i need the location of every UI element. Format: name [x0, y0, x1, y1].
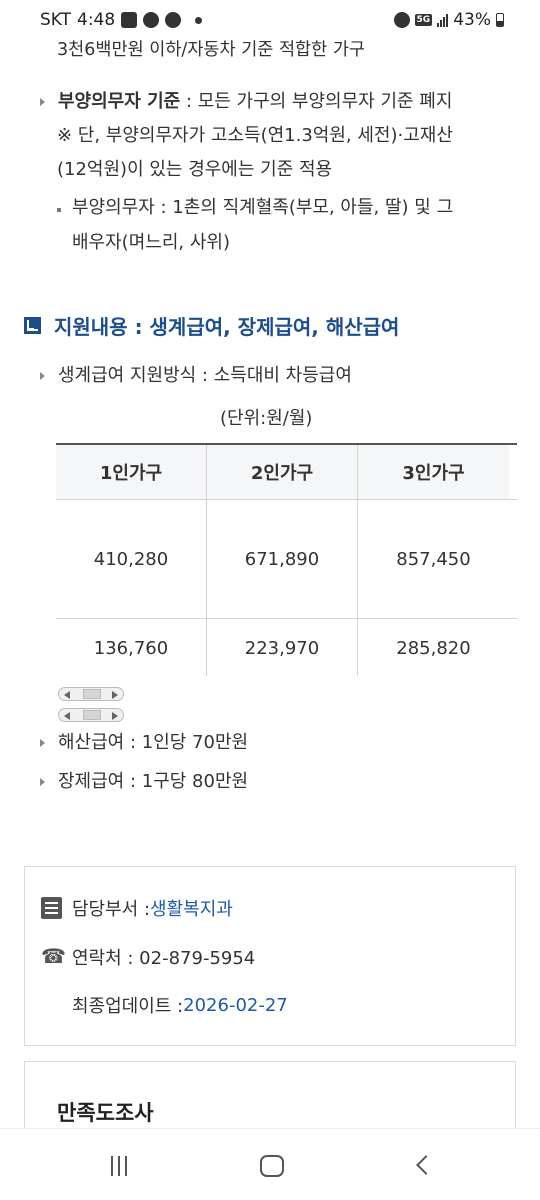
dependent-note-line2: (12억원)이 있는 경우에는 기준 적용: [57, 159, 333, 180]
dependent-criteria-text: : 모든 가구의 부양의무자 기준 폐지: [180, 91, 453, 112]
phone-icon: [41, 944, 66, 968]
table-cell: 285,820: [396, 637, 471, 659]
birth-benefit-text: 해산급여 : 1인당 70만원: [58, 732, 249, 753]
signal-icon: [437, 13, 449, 27]
funeral-benefit-text: 장제급여 : 1구당 80만원: [58, 771, 249, 792]
status-left: SKT 4:48: [40, 10, 203, 30]
department-link[interactable]: 생활복지과: [150, 895, 233, 921]
network-type-icon: 5G: [414, 14, 433, 26]
funeral-benefit-item: 장제급여 : 1구당 80만원: [40, 764, 248, 800]
table-cell: 223,970: [207, 619, 358, 676]
benefit-table: 1인가구 2인가구 3인가구 410,280 671,890 857,450 1…: [56, 445, 517, 676]
update-label: 최종업데이트 :: [72, 996, 184, 1017]
table-scrollbar-1[interactable]: [58, 687, 124, 701]
dependent-definition-line2: 배우자(며느리, 사위): [72, 232, 230, 253]
back-icon[interactable]: [416, 1155, 436, 1175]
table-cell: 671,890: [207, 500, 358, 618]
survey-title: 만족도조사: [57, 1101, 154, 1125]
clock: 4:48: [77, 10, 116, 30]
gallery-notification-icon: [121, 12, 138, 28]
table-scrollbar-2[interactable]: [58, 708, 124, 722]
department-row: 담당부서 : 생활복지과: [41, 895, 233, 921]
scroll-right-icon[interactable]: [112, 712, 118, 720]
bullet-triangle-icon: [40, 739, 45, 747]
scroll-thumb[interactable]: [83, 689, 101, 699]
scroll-left-icon[interactable]: [64, 691, 70, 699]
bullet-triangle-icon: [40, 98, 45, 106]
home-icon[interactable]: [260, 1155, 284, 1177]
income-criteria-line: 3천6백만원 이하/자동차 기준 적합한 가구: [57, 40, 366, 60]
table-row: 410,280 671,890 857,450: [56, 500, 517, 619]
sub-bullet-icon: [57, 208, 61, 212]
table-header-cell: 2인가구: [207, 445, 358, 499]
recent-apps-icon[interactable]: [111, 1156, 127, 1176]
section-heading-icon: [24, 317, 41, 334]
update-date: 2026-02-27: [183, 994, 288, 1016]
table-header-cell: 3인가구: [358, 445, 509, 499]
birth-benefit-item: 해산급여 : 1인당 70만원: [40, 725, 248, 761]
table-row: 136,760 223,970 285,820: [56, 619, 517, 676]
support-method-text: 생계급여 지원방식 : 소득대비 차등급여: [58, 365, 352, 386]
table-unit-label: (단위:원/월): [220, 408, 313, 429]
list-icon: [41, 897, 62, 919]
bullet-triangle-icon: [40, 372, 45, 380]
table-cell: 136,760: [56, 619, 207, 676]
dependent-note-line1: ※ 단, 부양의무자가 고소득(연1.3억원, 세전)·고재산: [57, 125, 453, 146]
scroll-left-icon[interactable]: [64, 712, 70, 720]
alarm-icon: [393, 12, 410, 28]
table-cell: 857,450: [396, 548, 471, 570]
system-nav-bar: [0, 1128, 540, 1200]
department-label: 담당부서 :: [72, 899, 151, 920]
dependent-criteria-item: 부양의무자 기준 : 모든 가구의 부양의무자 기준 폐지: [40, 84, 452, 120]
support-section-title: 지원내용 : 생계급여, 장제급여, 해산급여: [54, 315, 400, 339]
status-right: 5G 43%: [393, 10, 504, 30]
carrier-label: SKT: [40, 10, 72, 30]
update-row: 최종업데이트 : 2026-02-27: [72, 992, 288, 1018]
battery-icon: [496, 13, 504, 27]
table-header-cell: 1인가구: [56, 445, 207, 499]
table-cell: 410,280: [56, 500, 207, 618]
department-info-box: 담당부서 : 생활복지과 연락처 : 02-879-5954 최종업데이트 : …: [24, 866, 516, 1046]
dependent-definition-line1: 부양의무자 : 1촌의 직계혈족(부모, 아들, 딸) 및 그: [72, 197, 454, 218]
support-method-item: 생계급여 지원방식 : 소득대비 차등급여: [40, 358, 352, 394]
contact-text[interactable]: 연락처 : 02-879-5954: [72, 944, 255, 970]
contact-row: 연락처 : 02-879-5954: [41, 944, 255, 970]
scroll-thumb[interactable]: [83, 710, 101, 720]
bullet-triangle-icon: [40, 778, 45, 786]
table-header-row: 1인가구 2인가구 3인가구: [56, 445, 517, 500]
more-notifications-dot-icon: [195, 16, 203, 24]
benefit-table-scroll[interactable]: 1인가구 2인가구 3인가구 410,280 671,890 857,450 1…: [56, 443, 517, 676]
dependent-criteria-label: 부양의무자 기준: [58, 91, 181, 112]
app-notification-icon: [143, 12, 160, 28]
battery-percent: 43%: [453, 10, 491, 30]
scroll-right-icon[interactable]: [112, 691, 118, 699]
facebook-notification-icon: [165, 12, 182, 28]
